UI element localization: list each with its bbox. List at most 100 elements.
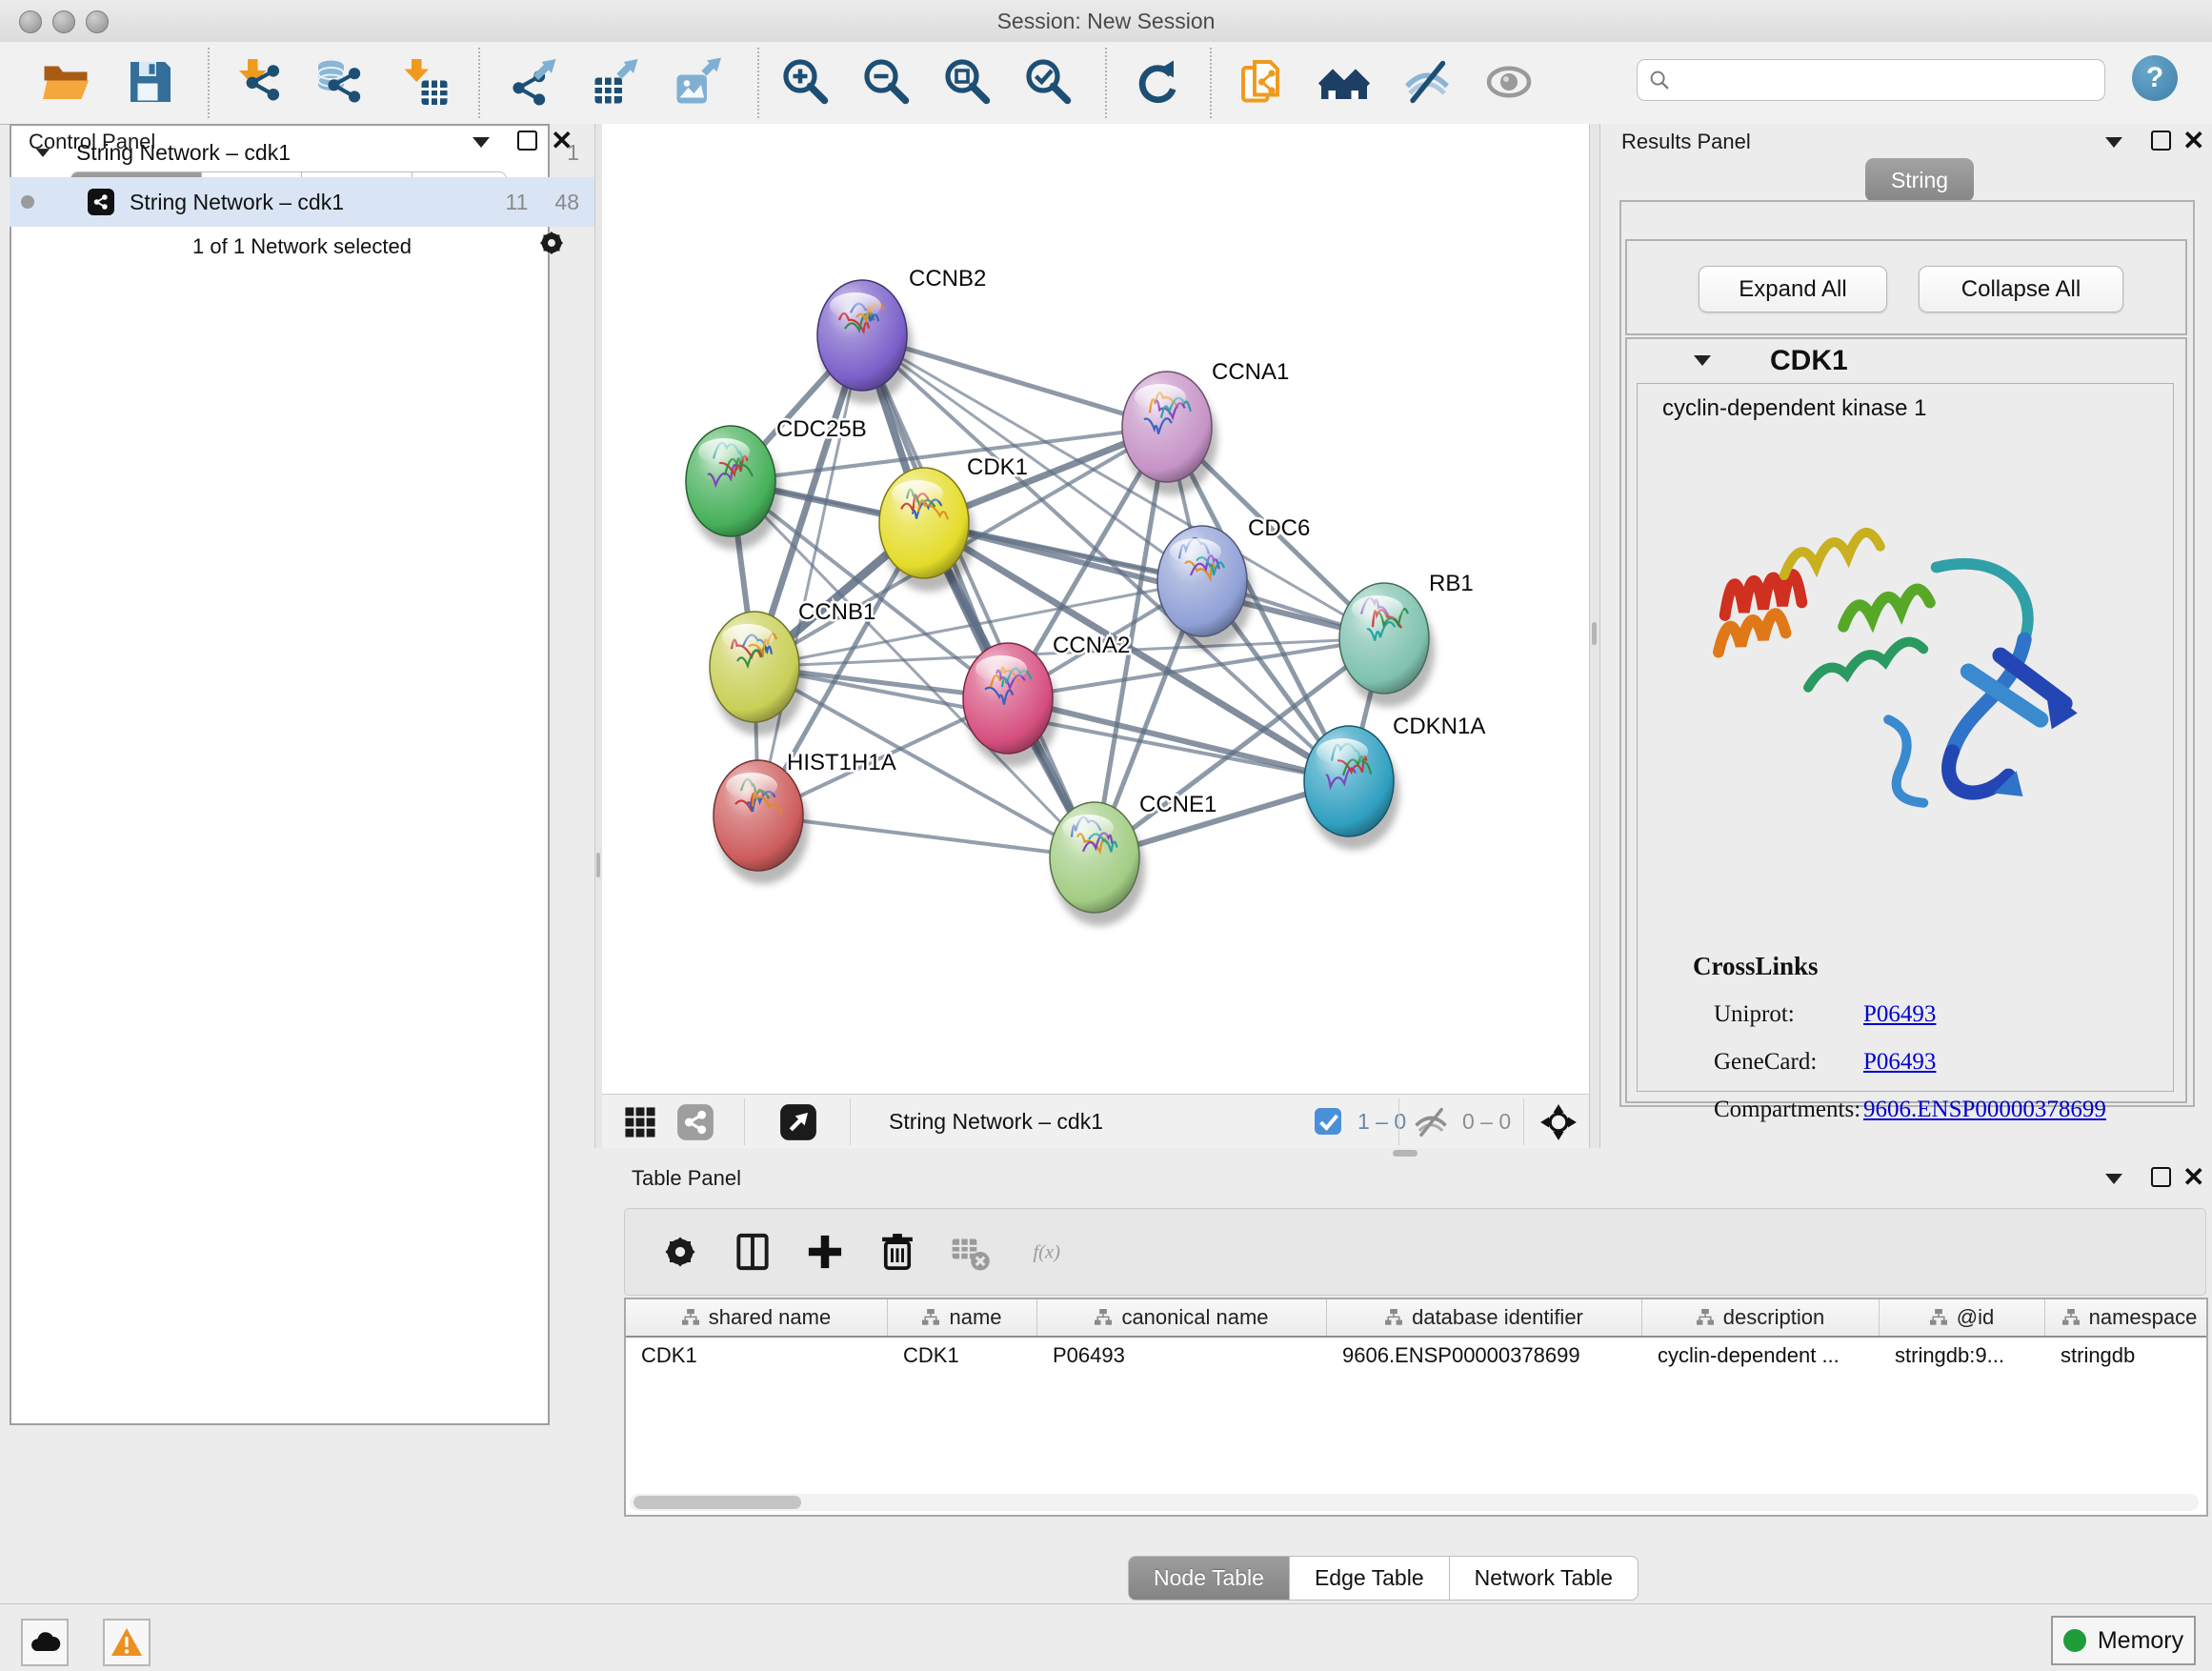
table-horizontal-scrollbar[interactable] xyxy=(630,1494,2199,1511)
grid-overview-icon[interactable] xyxy=(617,1099,663,1145)
node-table[interactable]: shared namenamecanonical namedatabase id… xyxy=(624,1298,2208,1517)
float-panel-icon[interactable] xyxy=(2151,1167,2171,1187)
network-node-HIST1H1A[interactable] xyxy=(714,760,809,884)
network-row-selected[interactable]: String Network – cdk1 11 48 xyxy=(10,177,594,227)
export-network-button[interactable] xyxy=(507,54,562,110)
close-panel-icon[interactable]: ✕ xyxy=(2182,131,2204,151)
table-panel-title: Table Panel xyxy=(632,1166,741,1191)
refresh-button[interactable] xyxy=(1129,54,1184,110)
expand-all-button[interactable]: Expand All xyxy=(1699,266,1887,312)
zoom-out-button[interactable] xyxy=(859,54,915,110)
panel-menu-icon[interactable] xyxy=(2105,1174,2122,1184)
table-columns-icon[interactable] xyxy=(730,1229,775,1275)
duplicate-network-button[interactable] xyxy=(1236,54,1291,110)
column-header-name[interactable]: name xyxy=(888,1299,1037,1336)
table-tabs: Node TableEdge TableNetwork Table xyxy=(1128,1556,1639,1601)
zoom-in-button[interactable] xyxy=(778,54,834,110)
share-view-icon[interactable] xyxy=(673,1099,718,1145)
open-in-window-icon[interactable] xyxy=(775,1099,821,1145)
panel-menu-icon[interactable] xyxy=(2105,137,2122,148)
target-crosshair-icon[interactable] xyxy=(1536,1099,1581,1145)
zoom-fit-button[interactable] xyxy=(940,54,995,110)
column-header-canonical-name[interactable]: canonical name xyxy=(1037,1299,1327,1336)
export-table-button[interactable] xyxy=(589,54,644,110)
network-node-CCNB1[interactable] xyxy=(710,612,805,735)
tab-node-table[interactable]: Node Table xyxy=(1128,1556,1290,1601)
crosslink-value-link[interactable]: P06493 xyxy=(1863,1001,1936,1028)
export-image-button[interactable] xyxy=(671,54,726,110)
network-edges xyxy=(731,335,1384,857)
table-cell[interactable]: stringdb:9... xyxy=(1880,1338,2045,1374)
toolbar-separator xyxy=(757,48,759,118)
table-cell[interactable]: cyclin-dependent ... xyxy=(1642,1338,1880,1374)
network-node-CDC6[interactable] xyxy=(1157,526,1253,650)
network-collection-row[interactable]: String Network – cdk1 1 xyxy=(10,128,594,177)
search-input[interactable] xyxy=(1637,59,2105,101)
table-add-icon[interactable] xyxy=(802,1229,848,1275)
toolbar-separator xyxy=(478,48,480,118)
help-button[interactable]: ? xyxy=(2132,55,2178,101)
selected-checkbox-icon[interactable] xyxy=(1312,1099,1346,1145)
import-table-button[interactable] xyxy=(398,54,453,110)
save-session-button[interactable] xyxy=(123,54,178,110)
cloud-icon[interactable] xyxy=(21,1619,69,1666)
collapse-all-button[interactable]: Collapse All xyxy=(1919,266,2123,312)
tab-edge-table[interactable]: Edge Table xyxy=(1290,1556,1450,1601)
column-header-namespace[interactable]: namespace xyxy=(2045,1299,2208,1336)
table-trash-icon[interactable] xyxy=(875,1229,920,1275)
network-node-CDKN1A[interactable] xyxy=(1304,726,1399,850)
warning-icon[interactable] xyxy=(103,1619,151,1666)
network-node-RB1[interactable] xyxy=(1339,583,1435,707)
entry-detail-box: cyclin-dependent kinase 1 xyxy=(1637,383,2174,1092)
column-header-description[interactable]: description xyxy=(1642,1299,1880,1336)
network-node-CCNA2[interactable] xyxy=(963,643,1058,767)
float-panel-icon[interactable] xyxy=(2151,131,2171,151)
column-header-shared-name[interactable]: shared name xyxy=(626,1299,888,1336)
entry-name: CDK1 xyxy=(1770,345,1848,377)
node-label-CCNB1: CCNB1 xyxy=(798,599,875,625)
tab-network-table[interactable]: Network Table xyxy=(1450,1556,1639,1601)
column-header-id[interactable]: @id xyxy=(1880,1299,2045,1336)
network-edge-count: 48 xyxy=(554,190,579,215)
status-bar: Memory xyxy=(0,1603,2212,1671)
import-network-file-button[interactable] xyxy=(231,54,287,110)
node-label-CDKN1A: CDKN1A xyxy=(1393,714,1485,739)
toolbar-separator xyxy=(1105,48,1107,118)
network-options-gear-icon[interactable] xyxy=(535,227,568,259)
table-cell[interactable]: stringdb xyxy=(2045,1338,2208,1374)
network-view[interactable]: CCNB2CCNA1CDC25BCDK1CDC6RB1CCNB1CCNA2CDK… xyxy=(602,124,1589,1148)
crosslinks-title: CrossLinks xyxy=(1693,952,1819,981)
table-cell[interactable]: P06493 xyxy=(1037,1338,1327,1374)
table-splitter[interactable] xyxy=(602,1148,2212,1158)
show-eye-button[interactable] xyxy=(1481,54,1537,110)
crosslink-value-link[interactable]: P06493 xyxy=(1863,1049,1936,1076)
table-gear-icon[interactable] xyxy=(657,1229,703,1275)
network-node-CCNB2[interactable] xyxy=(817,280,913,404)
collection-expand-icon[interactable] xyxy=(36,149,50,157)
hidden-eye-icon[interactable] xyxy=(1410,1099,1452,1145)
title-bar: Session: New Session xyxy=(0,0,2212,43)
close-panel-icon[interactable]: ✕ xyxy=(2182,1168,2204,1187)
hide-panel-button[interactable] xyxy=(1399,54,1455,110)
node-label-CCNE1: CCNE1 xyxy=(1139,792,1217,817)
table-clear-icon xyxy=(947,1229,993,1275)
network-type-icon xyxy=(88,189,114,215)
table-cell[interactable]: 9606.ENSP00000378699 xyxy=(1327,1338,1642,1374)
network-node-CCNE1[interactable] xyxy=(1050,802,1145,926)
import-network-database-button[interactable] xyxy=(311,54,366,110)
right-splitter[interactable] xyxy=(1589,124,1600,1148)
toolbar-separator xyxy=(208,48,210,118)
zoom-selected-button[interactable] xyxy=(1021,54,1076,110)
open-session-button[interactable] xyxy=(38,54,93,110)
column-header-database-identifier[interactable]: database identifier xyxy=(1327,1299,1642,1336)
entry-collapse-icon[interactable] xyxy=(1694,355,1711,366)
tab-string[interactable]: String xyxy=(1865,158,1974,202)
crosslink-value-link[interactable]: 9606.ENSP00000378699 xyxy=(1863,1097,2106,1123)
table-cell[interactable]: CDK1 xyxy=(888,1338,1037,1374)
table-cell[interactable]: CDK1 xyxy=(626,1338,888,1374)
table-row[interactable]: CDK1CDK1P064939606.ENSP00000378699cyclin… xyxy=(626,1338,2208,1374)
network-canvas[interactable]: CCNB2CCNA1CDC25BCDK1CDC6RB1CCNB1CCNA2CDK… xyxy=(602,124,1589,1094)
memory-button[interactable]: Memory xyxy=(2051,1616,2196,1665)
node-label-RB1: RB1 xyxy=(1429,571,1474,596)
home-button[interactable] xyxy=(1317,54,1372,110)
